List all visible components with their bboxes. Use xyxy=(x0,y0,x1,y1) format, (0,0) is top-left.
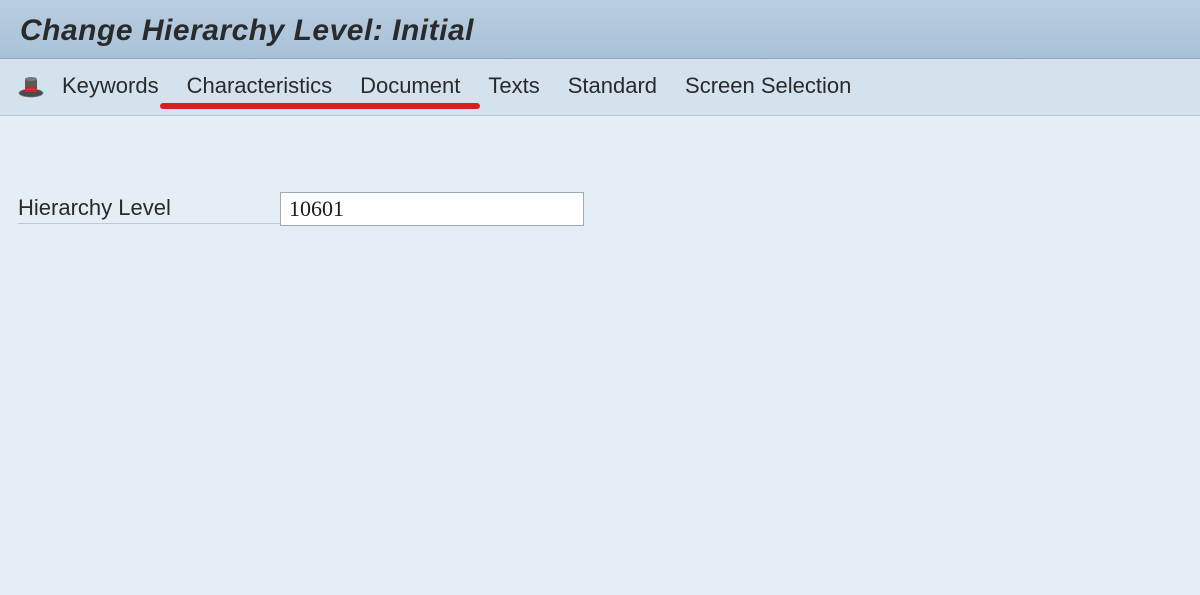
hierarchy-level-input[interactable] xyxy=(280,192,584,226)
title-bar: Change Hierarchy Level: Initial xyxy=(0,0,1200,59)
toolbar-screen-selection[interactable]: Screen Selection xyxy=(685,71,851,101)
hat-icon[interactable] xyxy=(18,74,44,98)
hierarchy-level-label: Hierarchy Level xyxy=(18,195,280,224)
toolbar-standard[interactable]: Standard xyxy=(568,71,657,101)
toolbar-document[interactable]: Document xyxy=(360,71,460,101)
page-title: Change Hierarchy Level: Initial xyxy=(20,14,1180,48)
field-row-hierarchy-level: Hierarchy Level xyxy=(18,192,1182,226)
toolbar-keywords[interactable]: Keywords xyxy=(62,71,159,101)
toolbar-texts[interactable]: Texts xyxy=(488,71,539,101)
toolbar: Keywords Characteristics Document Texts … xyxy=(0,59,1200,116)
content-area: Hierarchy Level xyxy=(0,116,1200,591)
toolbar-characteristics[interactable]: Characteristics xyxy=(187,71,332,101)
annotation-underline xyxy=(160,103,480,109)
